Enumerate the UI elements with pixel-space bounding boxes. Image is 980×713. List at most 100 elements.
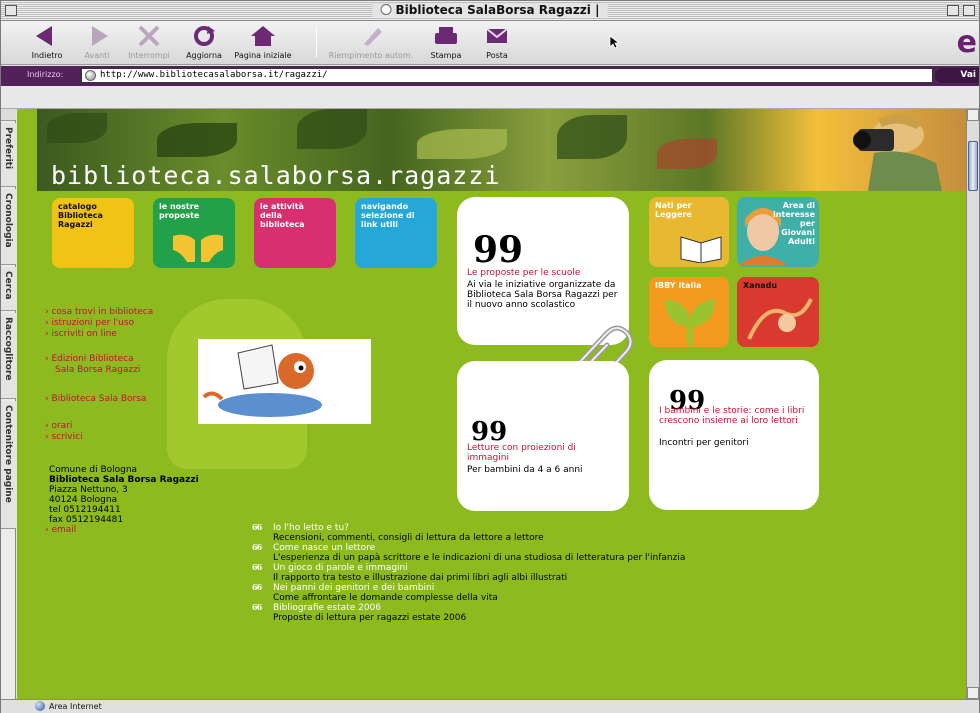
menu-orari[interactable]: orari [45, 421, 83, 432]
article-link-nei-panni[interactable]: Nei panni dei genitori e dei bambini [252, 582, 685, 593]
menu-edizioni-sub[interactable]: Sala Borsa Ragazzi [45, 365, 140, 376]
stop-button[interactable]: Interrompi [125, 24, 173, 60]
collapse-box-icon[interactable] [963, 5, 975, 16]
refresh-icon [194, 26, 215, 46]
tile-navigando-label: navigando selezione di link utili [361, 202, 415, 229]
tile-nati-per-leggere[interactable]: Nati per Leggere [649, 197, 729, 267]
go-button[interactable]: Vai [935, 68, 979, 83]
back-arrow-icon [36, 26, 52, 46]
tile-ibby-label: IBBY Italia [655, 281, 702, 290]
menu-group-sala-borsa: Biblioteca Sala Borsa [45, 394, 146, 405]
tab-contenitore-pagine[interactable]: Contenitore pagine [1, 401, 16, 529]
tile-giovani-adulti[interactable]: Area di interesse per Giovani Adulti [737, 197, 819, 267]
scroll-up-icon[interactable] [967, 109, 979, 121]
article-link-bibliografie[interactable]: Bibliografie estate 2006 [252, 602, 685, 613]
contact-comune: Comune di Bologna [49, 465, 138, 475]
tile-catalogo[interactable]: catalogo Biblioteca Ragazzi [52, 198, 134, 268]
tile-proposte[interactable]: le nostre proposte [153, 198, 235, 268]
menu-cosa-trovi[interactable]: cosa trovi in biblioteca [45, 307, 153, 318]
tab-preferiti-label: Preferiti [3, 127, 13, 170]
banner-leaf [47, 113, 107, 143]
print-icon [435, 27, 457, 44]
favorites-strip [1, 86, 979, 109]
banner-leaf [557, 115, 627, 159]
menu-group-info: cosa trovi in biblioteca istruzioni per … [45, 307, 153, 340]
autofill-button[interactable]: Riempimento autom. [327, 24, 415, 60]
scroll-thumb[interactable] [968, 141, 978, 191]
tile-navigando[interactable]: navigando selezione di link utili [355, 198, 437, 268]
article-desc: L'esperienza di un papà scrittore e le i… [273, 553, 686, 563]
autofill-icon [364, 28, 382, 46]
menu-iscriviti[interactable]: iscriviti on line [45, 329, 153, 340]
contact-email-link[interactable]: › email [45, 525, 199, 535]
card-bambini-storie[interactable]: 99 I bambini e le storie: come i libri c… [649, 360, 819, 510]
explorer-bar: Preferiti Cronologia Cerca Raccoglitore … [1, 109, 16, 699]
menu-istruzioni[interactable]: istruzioni per l'uso [45, 318, 153, 329]
title-bar[interactable]: Biblioteca SalaBorsa Ragazzi | [1, 1, 979, 21]
go-label: Vai [960, 70, 976, 80]
tile-giovani-label: Area di interesse per Giovani Adulti [772, 201, 815, 246]
ie-page-icon [380, 4, 392, 15]
card3-body: Incontri per genitori [659, 438, 749, 448]
web-page: biblioteca.salaborsa.ragazzi catalogo Bi… [17, 109, 966, 699]
article-link-gioco-parole[interactable]: Un gioco di parole e immagini [252, 562, 685, 573]
tile-attivita[interactable]: le attività della biblioteca [254, 198, 336, 268]
card2-title: Letture con proiezioni di immagini [467, 443, 576, 463]
article-link-io-lho-letto[interactable]: Io l'ho letto e tu? [252, 522, 685, 533]
article-link-come-nasce[interactable]: Come nasce un lettore [252, 542, 685, 553]
status-bar: Area Internet [1, 699, 979, 713]
print-button[interactable]: Stampa [423, 24, 469, 60]
article-desc: Il rapporto tra testo e illustrazione da… [273, 573, 568, 583]
home-button[interactable]: Pagina iniziale [231, 24, 295, 60]
tile-proposte-label: le nostre proposte [159, 202, 200, 220]
mail-button[interactable]: Posta [477, 24, 517, 60]
banner-leaf [417, 129, 507, 159]
article-desc: Come affrontare le domande complesse del… [273, 593, 498, 603]
menu-scrivici[interactable]: scrivici [45, 432, 82, 443]
contact-address: Piazza Nettuno, 3 [49, 485, 128, 495]
banner-leaf [157, 123, 237, 157]
site-banner[interactable]: biblioteca.salaborsa.ragazzi [37, 109, 966, 191]
contact-biblioteca: Biblioteca Sala Borsa Ragazzi [49, 475, 199, 485]
address-url: http://www.bibliotecasalaborsa.it/ragazz… [100, 70, 328, 80]
tab-cerca[interactable]: Cerca [1, 267, 16, 311]
globe-icon [85, 70, 96, 81]
tile-attivita-label: le attività della biblioteca [260, 202, 305, 229]
tile-xanadu[interactable]: Xanadu [737, 277, 819, 347]
home-label: Pagina iniziale [234, 51, 292, 60]
contact-tel: tel 0512194411 [49, 505, 121, 515]
card1-body: Ai via le iniziative organizzate da Bibl… [467, 280, 618, 310]
contact-email-label: email [51, 525, 77, 535]
tile-proposte-art [173, 234, 223, 262]
print-label: Stampa [430, 51, 462, 60]
close-box-icon[interactable] [5, 5, 17, 16]
forward-button[interactable]: Avanti [77, 24, 117, 60]
vertical-scrollbar[interactable] [966, 109, 979, 699]
card-letture[interactable]: 99 Letture con proiezioni di immagini Pe… [457, 361, 629, 511]
tab-cronologia[interactable]: Cronologia [1, 189, 16, 265]
tab-raccoglitore[interactable]: Raccoglitore [1, 313, 16, 399]
tab-preferiti[interactable]: Preferiti [1, 123, 16, 187]
internet-zone-icon [35, 701, 45, 711]
refresh-label: Aggiorna [186, 51, 222, 60]
stop-label: Interrompi [128, 51, 170, 60]
refresh-button[interactable]: Aggiorna [181, 24, 227, 60]
address-field[interactable]: http://www.bibliotecasalaborsa.it/ragazz… [81, 68, 933, 83]
site-title: biblioteca.salaborsa.ragazzi [51, 161, 501, 190]
home-icon [251, 26, 275, 46]
mail-label: Posta [486, 51, 508, 60]
tile-ibby-italia[interactable]: IBBY Italia [649, 277, 729, 347]
menu-group-contatti: orari scrivici [45, 421, 83, 443]
menu-edizioni[interactable]: Edizioni Biblioteca [45, 354, 140, 365]
menu-biblioteca-sala-borsa[interactable]: Biblioteca Sala Borsa [45, 394, 146, 405]
banner-leaf [297, 109, 367, 149]
back-button[interactable]: Indietro [25, 24, 69, 60]
tab-contenitore-label: Contenitore pagine [3, 405, 13, 503]
explorer-collapse-icon[interactable] [1, 109, 16, 121]
scroll-down-icon[interactable] [967, 687, 979, 699]
xanadu-art [747, 298, 813, 340]
zoom-box-icon[interactable] [947, 5, 959, 16]
article-desc: Proposte di lettura per ragazzi estate 2… [273, 613, 467, 623]
photographer-illustration [853, 113, 942, 191]
reading-child-illustration [198, 339, 371, 424]
